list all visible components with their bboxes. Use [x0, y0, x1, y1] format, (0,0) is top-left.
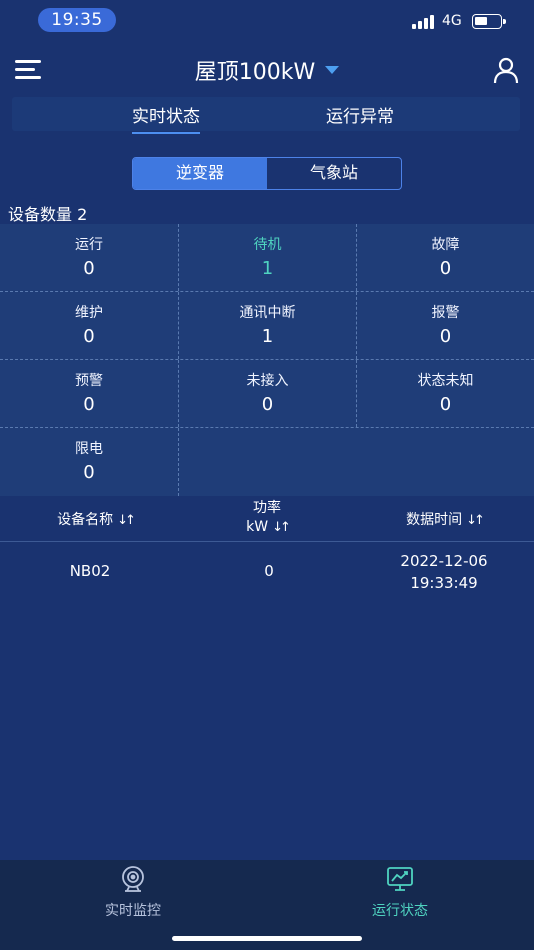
status-time: 19:35	[38, 8, 116, 32]
column-header-device-name[interactable]: 设备名称 ↓↑	[0, 509, 190, 529]
status-value: 0	[439, 326, 452, 347]
status-grid: 运行 0 待机 1 故障 0 维护 0 通讯中断 1 报警 0 预警 0 未接入…	[0, 224, 534, 496]
status-label: 待机	[253, 237, 282, 253]
status-label: 报警	[431, 305, 460, 321]
camera-icon	[122, 866, 144, 892]
status-value: 0	[83, 394, 95, 415]
status-cell-unknown[interactable]: 状态未知 0	[356, 360, 534, 427]
table-row[interactable]: NB02 0 2022-12-06 19:33:49	[0, 543, 534, 603]
status-cell-alarm[interactable]: 报警 0	[356, 292, 534, 359]
tab-run-anomaly[interactable]: 运行异常	[326, 102, 394, 127]
device-count: 设备数量 2	[8, 205, 88, 224]
status-value: 0	[83, 462, 95, 483]
header: 屋顶100kW	[0, 48, 534, 94]
sort-icon: ↓↑	[466, 513, 485, 528]
status-cell-standby[interactable]: 待机 1	[178, 224, 356, 291]
nav-run-status[interactable]: 运行状态	[330, 864, 470, 920]
status-label: 限电	[75, 441, 103, 457]
user-icon[interactable]	[492, 56, 520, 84]
caret-down-icon	[325, 66, 340, 74]
column-header-data-time[interactable]: 数据时间 ↓↑	[354, 509, 534, 529]
monitor-chart-icon	[387, 867, 413, 891]
status-cell-comm-lost[interactable]: 通讯中断 1	[178, 292, 356, 359]
status-label: 维护	[75, 305, 103, 321]
data-clock: 19:33:49	[410, 574, 478, 592]
status-grid-row: 限电 0	[0, 428, 534, 496]
data-time-cell: 2022-12-06 19:33:49	[354, 550, 534, 594]
status-label: 通讯中断	[239, 305, 296, 321]
device-table-header: 设备名称 ↓↑ 功率 kW ↓↑ 数据时间 ↓↑	[0, 496, 534, 542]
home-indicator	[172, 936, 362, 941]
page-title: 屋顶100kW	[194, 60, 316, 85]
status-label: 运行	[75, 237, 103, 253]
status-grid-row: 维护 0 通讯中断 1 报警 0	[0, 292, 534, 360]
nav-label: 实时监控	[105, 903, 161, 919]
segment-weather-station[interactable]: 气象站	[267, 158, 401, 189]
sort-icon: ↓↑	[117, 513, 136, 528]
nav-label: 运行状态	[372, 903, 428, 919]
status-cell-maintenance[interactable]: 维护 0	[0, 292, 178, 359]
status-cell-fault[interactable]: 故障 0	[356, 224, 534, 291]
column-label: 设备名称	[57, 512, 114, 528]
status-value: 1	[261, 258, 274, 279]
status-cell-warning[interactable]: 预警 0	[0, 360, 178, 427]
status-label: 未接入	[246, 373, 289, 389]
network-type: 4G	[442, 13, 462, 29]
status-cell-empty	[178, 428, 356, 496]
data-date: 2022-12-06	[400, 552, 488, 570]
nav-realtime-monitor[interactable]: 实时监控	[63, 864, 203, 920]
status-grid-row: 运行 0 待机 1 故障 0	[0, 224, 534, 292]
status-grid-row: 预警 0 未接入 0 状态未知 0	[0, 360, 534, 428]
status-label: 故障	[431, 237, 460, 253]
status-cell-not-connected[interactable]: 未接入 0	[178, 360, 356, 427]
device-type-segment: 逆变器 气象站	[132, 157, 402, 190]
tab-realtime-status[interactable]: 实时状态	[132, 102, 200, 134]
status-label: 预警	[75, 373, 103, 389]
status-value: 0	[83, 326, 95, 347]
status-value: 1	[261, 326, 274, 347]
status-value: 0	[439, 258, 452, 279]
status-label: 状态未知	[417, 373, 474, 389]
battery-icon	[472, 14, 506, 29]
station-selector[interactable]: 屋顶100kW	[0, 54, 534, 86]
status-value: 0	[83, 258, 95, 279]
status-value: 0	[439, 394, 452, 415]
column-unit: kW	[246, 519, 269, 535]
column-header-power[interactable]: 功率 kW ↓↑	[180, 499, 354, 537]
status-bar: 19:35 4G	[0, 0, 534, 44]
signal-icon	[412, 15, 436, 29]
top-tabs: 实时状态 运行异常	[12, 97, 520, 134]
status-cell-running[interactable]: 运行 0	[0, 224, 178, 291]
status-value: 0	[261, 394, 274, 415]
segment-inverter[interactable]: 逆变器	[133, 158, 267, 189]
power-cell: 0	[264, 562, 274, 580]
sort-icon: ↓↑	[272, 520, 291, 535]
column-label: 功率	[253, 500, 281, 516]
status-cell-curtailed[interactable]: 限电 0	[0, 428, 178, 496]
column-label: 数据时间	[406, 512, 463, 528]
device-name-cell: NB02	[69, 562, 111, 580]
